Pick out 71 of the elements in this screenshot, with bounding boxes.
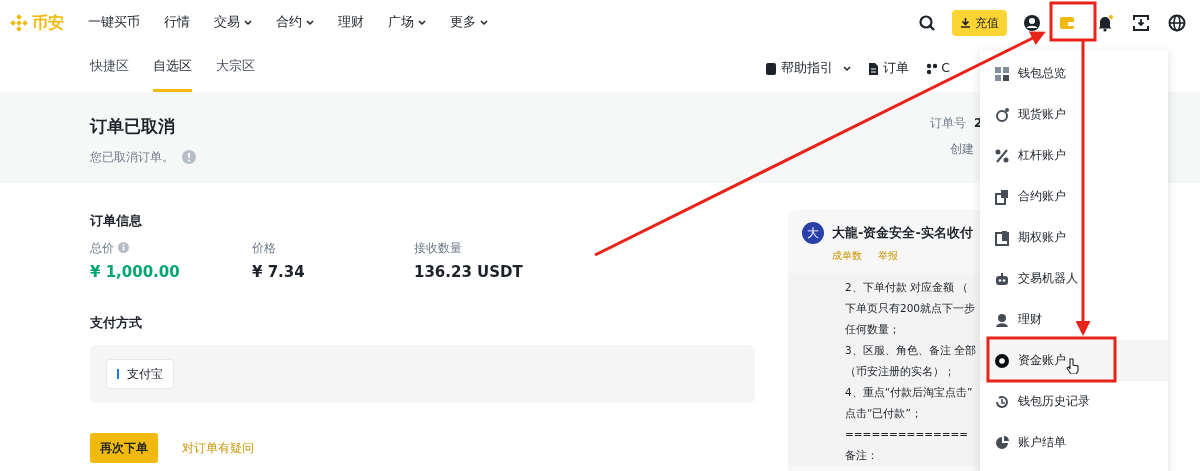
toolbar-link[interactable]: 订单 (867, 59, 910, 78)
nav-link[interactable]: 一键买币 (88, 13, 140, 32)
created-time-label: 创建 (950, 142, 974, 156)
status-title: 订单已取消 (90, 115, 176, 138)
menu-item[interactable]: 钱包历史记录 (980, 381, 1168, 422)
menu-item[interactable]: 交易机器人 (980, 258, 1168, 299)
globe-icon[interactable] (1168, 13, 1186, 32)
field-value: ¥ 1,000.00 (90, 261, 180, 283)
bell-icon[interactable] (1096, 13, 1114, 32)
cursor-icon (1066, 357, 1080, 374)
annotation-box (1049, 1, 1097, 42)
robot-icon (994, 270, 1010, 287)
field-label: 价格 (252, 239, 276, 257)
seller-name: 大龍-资金安全-实名收付 (832, 224, 973, 243)
menu-item[interactable]: 理财 (980, 299, 1168, 340)
circle-dot-icon (994, 106, 1010, 123)
nav-link[interactable]: 更多 (450, 13, 488, 32)
scan-icon[interactable] (1132, 13, 1150, 32)
menu-item[interactable]: 账户结单 (980, 422, 1168, 463)
squares-icon (994, 229, 1010, 246)
nav-link[interactable]: 理财 (338, 13, 364, 32)
menu-item[interactable]: 资金账户 (980, 340, 1168, 381)
terms-line: ============== (845, 427, 970, 442)
terms-line: 备注： (845, 448, 879, 463)
field-label: 总价 (90, 239, 114, 257)
toolbar-link[interactable]: C (925, 59, 950, 78)
tab[interactable]: 快捷区 (90, 43, 129, 92)
terms-line: 4、重点“付款后淘宝点击” (845, 385, 974, 400)
pie-icon (994, 434, 1010, 451)
avatar: 大 (802, 222, 824, 244)
section-title: 订单信息 (90, 212, 142, 230)
figure-icon (994, 311, 1010, 328)
toolbar-link[interactable]: 帮助指引 (765, 59, 852, 78)
menu-item[interactable]: 期权账户 (980, 217, 1168, 258)
nav-link[interactable]: 广场 (388, 13, 426, 32)
terms-line: 2、下单付款 对应金额 （ (845, 280, 970, 295)
menu-item[interactable]: 合约账户 (980, 176, 1168, 217)
terms-line: 下单页只有200就点下一步 (845, 301, 977, 316)
terms-line: （币安注册的实名）； (845, 364, 956, 379)
download-icon (960, 17, 971, 28)
nav-link[interactable]: 合约 (276, 13, 314, 32)
search-icon[interactable] (918, 13, 936, 32)
percent-icon (994, 147, 1010, 164)
user-icon[interactable] (1023, 13, 1041, 32)
section-title: 支付方式 (90, 314, 142, 332)
grid-icon (994, 65, 1010, 82)
menu-item[interactable]: 钱包总览 (980, 53, 1168, 94)
ring-icon (994, 352, 1010, 369)
terms-line: 点击“已付款”； (845, 406, 923, 421)
menu-item[interactable]: 杠杆账户 (980, 135, 1168, 176)
reorder-button[interactable]: 再次下单 (90, 432, 158, 463)
squares-icon (994, 188, 1010, 205)
history-icon (994, 393, 1010, 410)
field-value: ¥ 7.34 (252, 261, 305, 283)
info-icon (182, 149, 196, 164)
field-label: 接收数量 (414, 239, 462, 257)
field-value: 136.23 USDT (414, 261, 523, 283)
logo-text: 币安 (32, 11, 64, 34)
terms-line: 任何数量； (845, 322, 901, 337)
nav-link[interactable]: 交易 (214, 13, 252, 32)
menu-item[interactable]: 现货账户 (980, 94, 1168, 135)
logo-icon (10, 13, 28, 32)
terms-line: 3、区服、角色、备注 全部 (845, 343, 978, 358)
deposit-button[interactable]: 充值 (952, 9, 1007, 36)
status-message: 您已取消订单。 (90, 148, 174, 166)
dots-icon (925, 61, 938, 76)
document-icon (867, 61, 880, 76)
nav-link[interactable]: 行情 (164, 13, 190, 32)
tab[interactable]: 大宗区 (216, 43, 255, 92)
order-number-label: 订单号 (930, 115, 966, 132)
payment-method-tag: 支付宝 (106, 358, 174, 389)
